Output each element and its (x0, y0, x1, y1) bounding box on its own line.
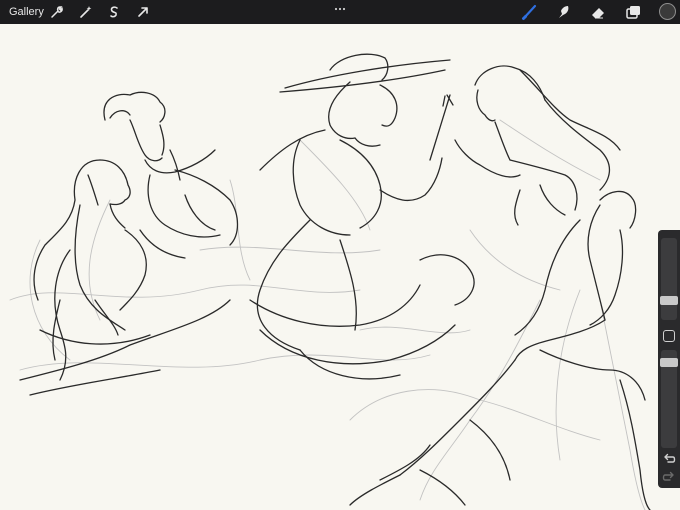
selection-icon[interactable] (106, 4, 122, 20)
wrench-icon[interactable] (49, 4, 65, 20)
undo-icon[interactable] (662, 452, 676, 464)
top-toolbar: Gallery (0, 0, 680, 24)
redo-icon[interactable] (662, 470, 676, 482)
brush-icon[interactable] (521, 3, 539, 21)
opacity-thumb[interactable] (660, 358, 678, 367)
sketch-figure-girl-right (454, 65, 621, 226)
color-picker-swatch[interactable] (659, 3, 676, 20)
sketch-figure-girl-left (19, 159, 231, 396)
sketch-artwork (9, 53, 651, 510)
opacity-slider[interactable] (660, 350, 678, 448)
smudge-icon[interactable] (555, 3, 573, 21)
drawing-canvas[interactable] (0, 24, 680, 510)
sketch-figure-hat-woman (249, 53, 475, 380)
brush-size-thumb[interactable] (660, 296, 678, 305)
sketch-figure-mermaid (349, 190, 651, 510)
modify-button[interactable] (663, 330, 675, 342)
sidebar-controls (658, 230, 680, 488)
magic-wand-icon[interactable] (78, 4, 94, 20)
eraser-icon[interactable] (589, 3, 607, 21)
brush-size-slider[interactable] (660, 238, 678, 320)
gallery-button[interactable]: Gallery (9, 4, 44, 20)
more-options-icon[interactable] (333, 2, 347, 12)
transform-arrow-icon[interactable] (135, 4, 151, 20)
layers-icon[interactable] (624, 3, 642, 21)
